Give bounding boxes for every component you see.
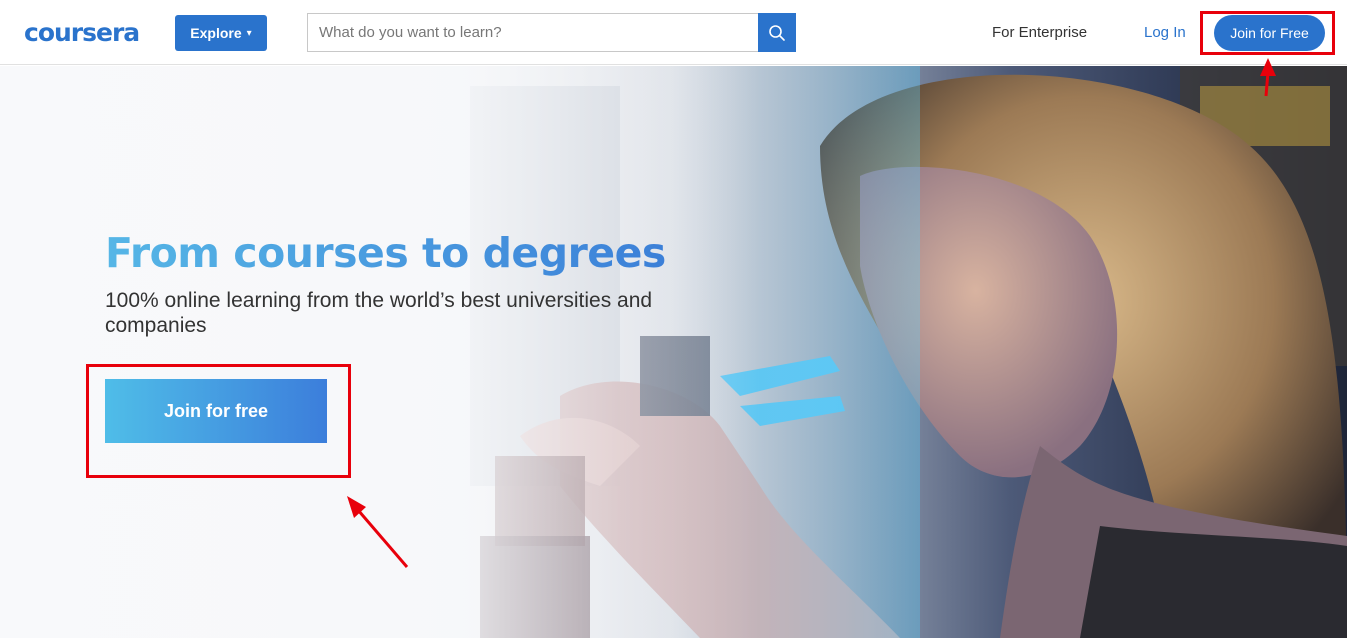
search-input[interactable]	[307, 13, 758, 52]
hero-section: From courses to degrees 100% online lear…	[0, 66, 1347, 638]
hero-title: From courses to degrees	[105, 229, 666, 277]
annotation-highlight-header-join	[1200, 11, 1335, 55]
login-link[interactable]: Log In	[1144, 24, 1186, 41]
search-icon	[769, 24, 785, 41]
hero-subtitle: 100% online learning from the world’s be…	[105, 289, 653, 337]
explore-button[interactable]: Explore ▾	[175, 15, 267, 51]
search-bar	[307, 13, 796, 52]
chevron-down-icon: ▾	[246, 27, 252, 39]
for-enterprise-link[interactable]: For Enterprise	[992, 24, 1087, 41]
top-nav: coursera Explore ▾ For Enterprise Log In…	[0, 0, 1347, 65]
hero-text-backdrop	[0, 66, 760, 638]
explore-label: Explore	[190, 25, 242, 41]
annotation-highlight-hero-join	[86, 364, 351, 478]
search-button[interactable]	[758, 13, 796, 52]
coursera-logo[interactable]: coursera	[24, 18, 140, 47]
